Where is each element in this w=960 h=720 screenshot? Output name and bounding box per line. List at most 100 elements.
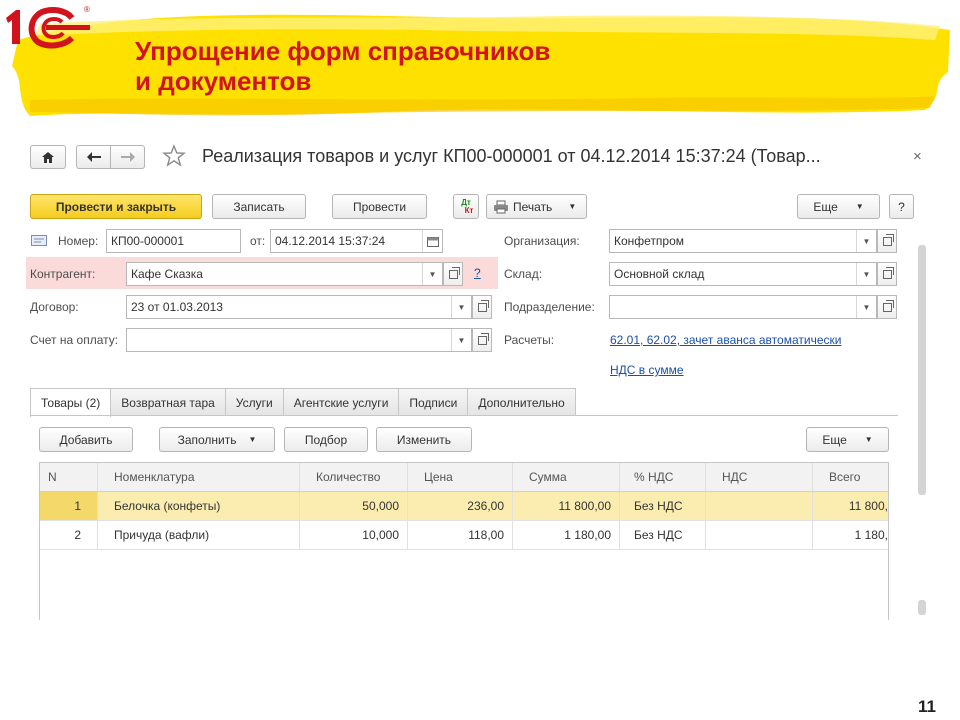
- open-counterparty-button[interactable]: [443, 262, 463, 286]
- chevron-down-icon: ▼: [855, 202, 864, 211]
- row-quantity: 10,000: [300, 521, 408, 549]
- tab-returnable-packaging[interactable]: Возвратная тара: [110, 388, 226, 416]
- open-organization-button[interactable]: [877, 229, 897, 253]
- save-button[interactable]: Записать: [212, 194, 306, 219]
- settlements-link[interactable]: 62.01, 62.02, зачет аванса автоматически: [610, 333, 841, 347]
- home-button[interactable]: [30, 145, 66, 169]
- col-quantity[interactable]: Количество: [300, 463, 408, 491]
- open-warehouse-button[interactable]: [877, 262, 897, 286]
- tab-bar: Товары (2) Возвратная тара Услуги Агентс…: [30, 388, 576, 417]
- vertical-scrollbar-lower[interactable]: [918, 600, 926, 615]
- fill-button[interactable]: Заполнить ▼: [159, 427, 275, 452]
- help-button[interactable]: ?: [889, 194, 914, 219]
- slide-title-line1: Упрощение форм справочников: [135, 36, 551, 66]
- invoice-select[interactable]: ▼: [126, 328, 472, 352]
- row-n: 1: [40, 492, 98, 520]
- open-invoice-button[interactable]: [472, 328, 492, 352]
- post-and-close-button[interactable]: Провести и закрыть: [30, 194, 202, 219]
- row-nomenclature: Белочка (конфеты): [98, 492, 300, 520]
- back-button[interactable]: [76, 145, 111, 169]
- goods-table: N Номенклатура Количество Цена Сумма % Н…: [39, 462, 889, 620]
- tab-additional[interactable]: Дополнительно: [467, 388, 576, 416]
- table-row[interactable]: 1 Белочка (конфеты) 50,000 236,00 11 800…: [40, 492, 888, 521]
- forward-button[interactable]: [110, 145, 145, 169]
- counterparty-label: Контрагент:: [30, 267, 96, 281]
- page-number: 11: [918, 697, 936, 716]
- col-n[interactable]: N: [40, 463, 98, 491]
- dt-kt-button[interactable]: Дт Кт: [453, 194, 479, 219]
- tab-agent-services[interactable]: Агентские услуги: [282, 388, 400, 416]
- more-actions-button[interactable]: Еще ▼: [797, 194, 880, 219]
- date-input[interactable]: 04.12.2014 15:37:24: [270, 229, 443, 253]
- home-icon: [42, 151, 54, 163]
- counterparty-help-link[interactable]: ?: [474, 266, 481, 280]
- table-more-button[interactable]: Еще ▼: [806, 427, 889, 452]
- warehouse-label: Склад:: [504, 267, 543, 281]
- fill-label: Заполнить: [177, 432, 237, 447]
- invoice-value: [127, 329, 451, 351]
- table-row[interactable]: 2 Причуда (вафли) 10,000 118,00 1 180,00…: [40, 521, 888, 550]
- row-price: 118,00: [408, 521, 513, 549]
- col-vat[interactable]: НДС: [706, 463, 813, 491]
- row-nomenclature: Причуда (вафли): [98, 521, 300, 549]
- department-label: Подразделение:: [504, 300, 595, 314]
- tab-goods[interactable]: Товары (2): [30, 388, 112, 417]
- row-total: 1 180,: [854, 528, 888, 542]
- invoice-label: Счет на оплату:: [30, 333, 119, 347]
- col-total[interactable]: Всего: [813, 463, 888, 491]
- organization-select[interactable]: Конфетпром ▼: [609, 229, 877, 253]
- post-button[interactable]: Провести: [332, 194, 427, 219]
- close-icon[interactable]: ×: [913, 148, 922, 165]
- more-label: Еще: [813, 199, 838, 214]
- warehouse-select[interactable]: Основной склад ▼: [609, 262, 877, 286]
- counterparty-select[interactable]: Кафе Сказка ▼: [126, 262, 443, 286]
- slide-banner: ® Упрощение форм справочников и документ…: [0, 0, 960, 125]
- contract-select[interactable]: 23 от 01.03.2013 ▼: [126, 295, 472, 319]
- col-vat-rate[interactable]: % НДС: [620, 463, 706, 491]
- slide-title-line2: и документов: [135, 66, 312, 96]
- organization-label: Организация:: [504, 234, 580, 248]
- row-vat-rate: Без НДС: [620, 492, 706, 520]
- settlements-label: Расчеты:: [504, 333, 555, 347]
- print-button[interactable]: Печать ▼: [486, 194, 587, 219]
- row-price: 236,00: [408, 492, 513, 520]
- chevron-down-icon[interactable]: ▼: [856, 296, 876, 318]
- open-icon: [477, 332, 489, 345]
- arrow-left-icon: [86, 152, 101, 162]
- vat-link[interactable]: НДС в сумме: [610, 363, 684, 377]
- svg-text:®: ®: [84, 5, 90, 14]
- chevron-down-icon[interactable]: ▼: [422, 263, 442, 285]
- number-input[interactable]: КП00-000001: [106, 229, 241, 253]
- col-sum[interactable]: Сумма: [513, 463, 620, 491]
- date-value: 04.12.2014 15:37:24: [275, 234, 386, 248]
- chevron-down-icon: ▼: [248, 435, 257, 444]
- add-row-button[interactable]: Добавить: [39, 427, 133, 452]
- contract-label: Договор:: [30, 300, 79, 314]
- change-button[interactable]: Изменить: [376, 427, 472, 452]
- contract-value: 23 от 01.03.2013: [131, 300, 223, 314]
- row-vat-rate: Без НДС: [620, 521, 706, 549]
- pick-button[interactable]: Подбор: [284, 427, 368, 452]
- chevron-down-icon[interactable]: ▼: [856, 230, 876, 252]
- col-price[interactable]: Цена: [408, 463, 513, 491]
- open-icon: [477, 299, 489, 312]
- col-nomenclature[interactable]: Номенклатура: [98, 463, 300, 491]
- table-header-row: N Номенклатура Количество Цена Сумма % Н…: [40, 463, 888, 492]
- chevron-down-icon[interactable]: ▼: [451, 296, 471, 318]
- open-contract-button[interactable]: [472, 295, 492, 319]
- number-value: КП00-000001: [111, 234, 185, 248]
- row-total: 11 800,: [848, 499, 888, 513]
- department-select[interactable]: ▼: [609, 295, 877, 319]
- row-vat: [706, 492, 813, 520]
- calendar-icon[interactable]: [422, 230, 442, 252]
- chevron-down-icon: ▼: [568, 202, 577, 211]
- print-label: Печать: [513, 199, 553, 214]
- chevron-down-icon[interactable]: ▼: [856, 263, 876, 285]
- slide-title: Упрощение форм справочников и документов: [135, 36, 550, 96]
- vertical-scrollbar[interactable]: [918, 245, 926, 495]
- favorite-star-icon[interactable]: [162, 144, 186, 167]
- open-department-button[interactable]: [877, 295, 897, 319]
- chevron-down-icon[interactable]: ▼: [451, 329, 471, 351]
- tab-signatures[interactable]: Подписи: [398, 388, 469, 416]
- tab-services[interactable]: Услуги: [224, 388, 284, 416]
